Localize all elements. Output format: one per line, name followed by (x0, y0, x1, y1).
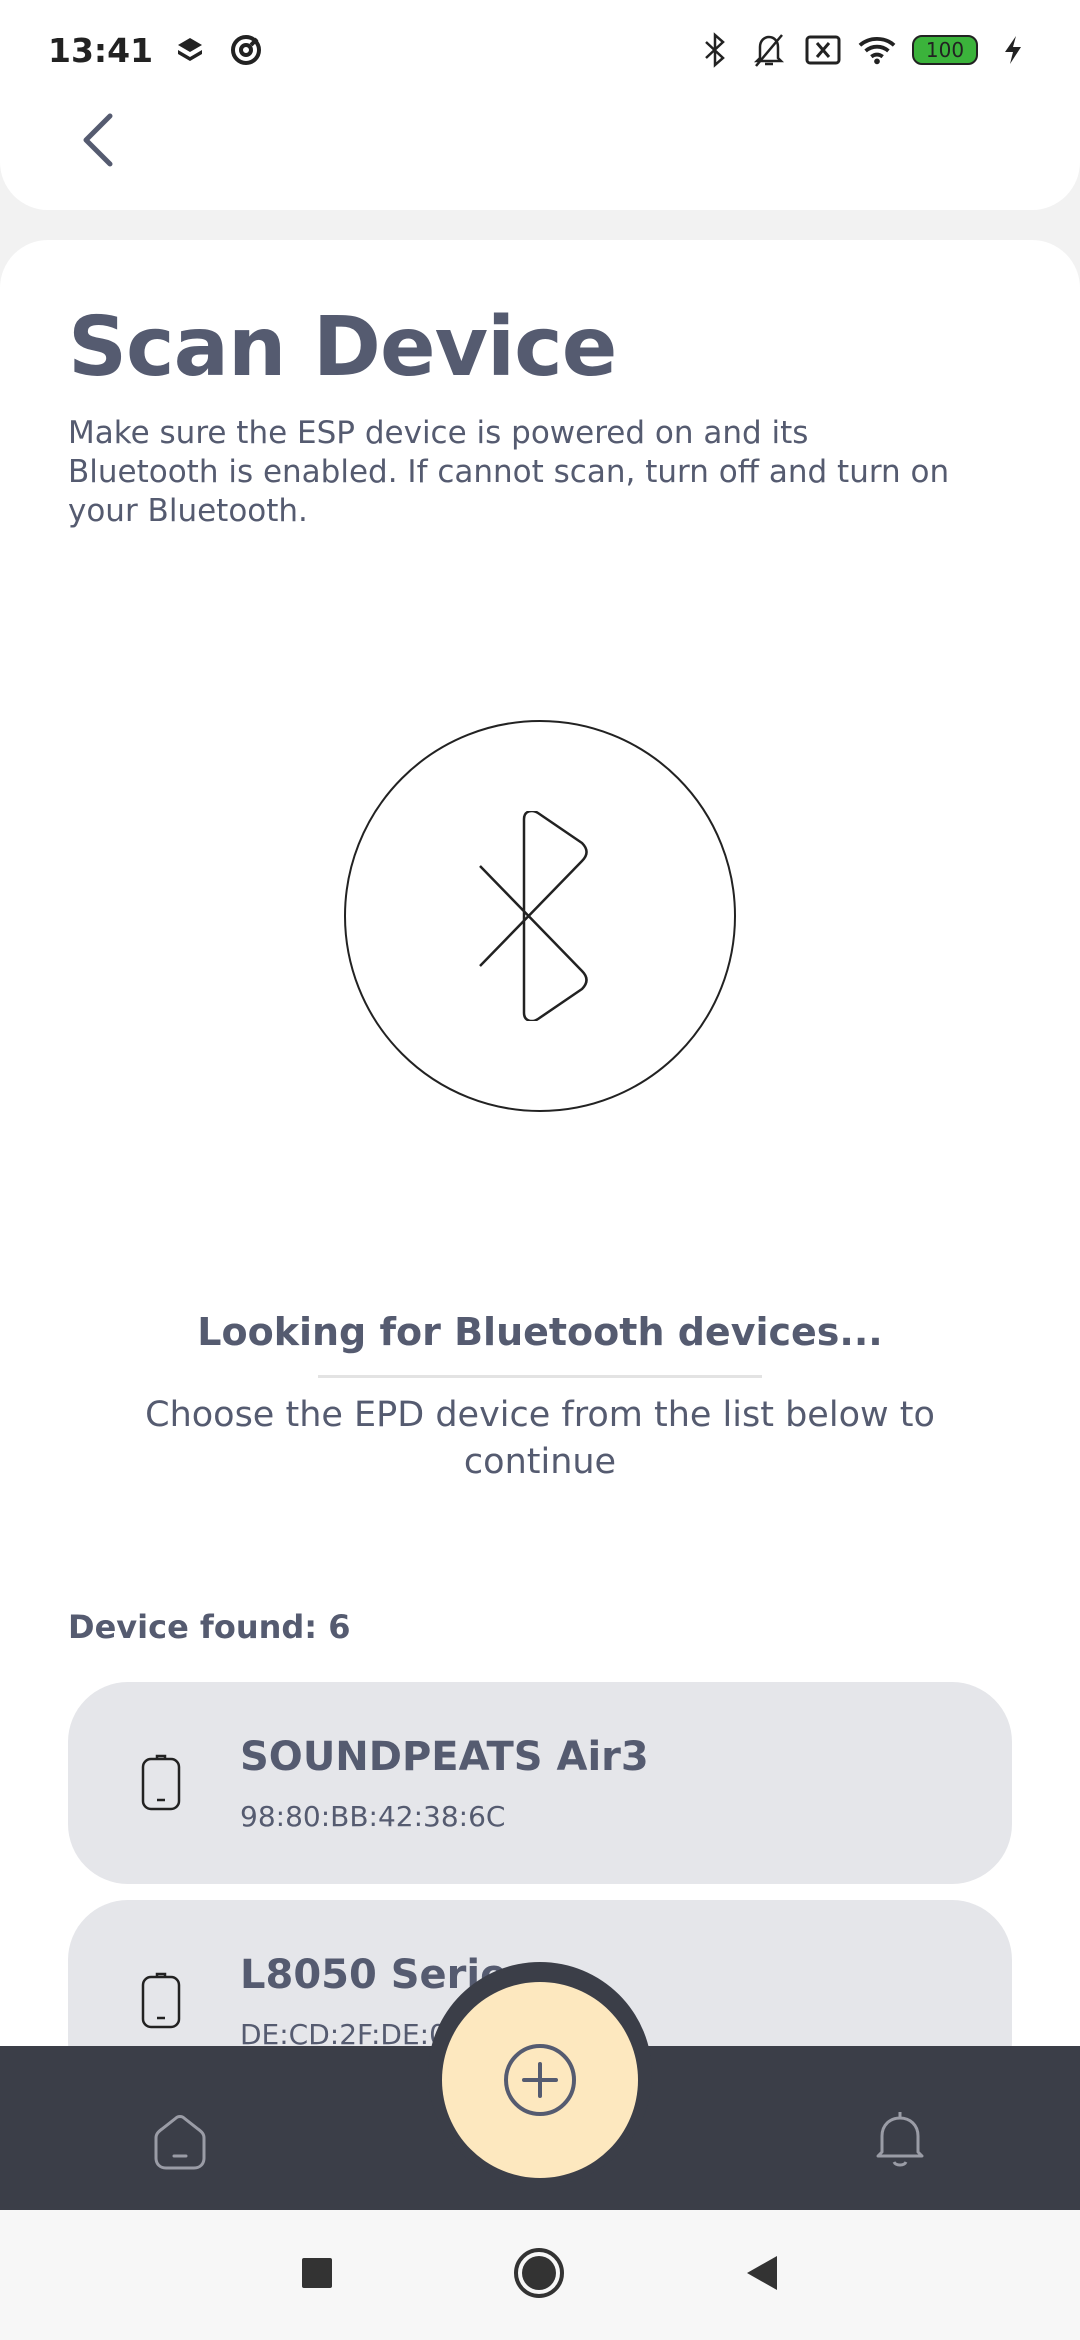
device-mac: 98:80:BB:42:38:6C (240, 1800, 506, 1833)
device-count: Device found: 6 (68, 1608, 351, 1646)
scan-instructions: Choose the EPD device from the list belo… (145, 1395, 935, 1482)
status-bar: 13:41 100 (0, 0, 1080, 100)
status-time: 13:41 (48, 30, 154, 70)
battery-icon: 100 (912, 35, 978, 65)
bell-off-icon (750, 31, 788, 69)
device-icon (140, 1972, 182, 2030)
recents-icon[interactable] (301, 2257, 333, 2293)
bell-icon (876, 2112, 924, 2167)
scan-status-divider (318, 1375, 762, 1378)
page-description: Make sure the ESP device is powered on a… (68, 415, 950, 529)
page-title: Scan Device (68, 300, 617, 395)
layers-icon (171, 31, 209, 69)
wifi-icon (858, 31, 896, 69)
back-button[interactable] (68, 108, 128, 172)
bluetooth-icon (696, 31, 734, 69)
at-sign-icon (227, 31, 265, 69)
scan-indicator (344, 720, 736, 1112)
add-icon (504, 2044, 576, 2116)
system-nav-bar (0, 2210, 1080, 2340)
nav-home-button[interactable] (148, 2110, 212, 2174)
home-icon (154, 2115, 206, 2170)
nav-notifications-button[interactable] (868, 2108, 932, 2172)
device-icon (140, 1754, 182, 1812)
charging-bolt-icon (994, 31, 1032, 69)
back-triangle-icon[interactable] (745, 2254, 779, 2296)
bluetooth-icon (479, 811, 588, 1021)
status-left: 13:41 (48, 31, 265, 70)
chevron-left-icon (83, 113, 113, 167)
home-circle-icon[interactable] (513, 2247, 565, 2303)
add-device-button[interactable] (442, 1982, 638, 2178)
sim-card-x-icon (804, 31, 842, 69)
scan-status-text: Looking for Bluetooth devices... (197, 1310, 883, 1354)
status-right: 100 (696, 31, 1032, 69)
device-list-item[interactable]: SOUNDPEATS Air3 98:80:BB:42:38:6C (68, 1682, 1012, 1884)
device-name: SOUNDPEATS Air3 (240, 1734, 649, 1780)
